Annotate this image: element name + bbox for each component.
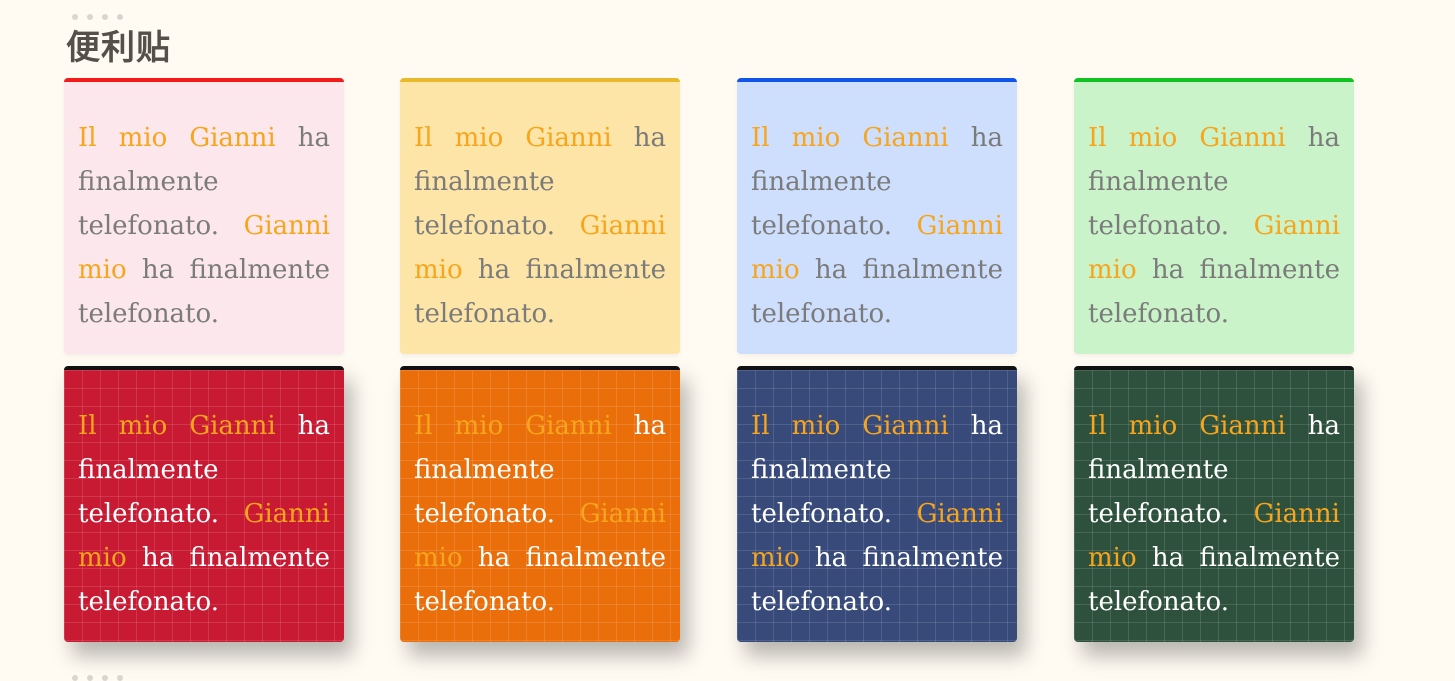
sticky-note[interactable]: Il mio Gianni ha finalmente telefonato. …: [400, 366, 680, 642]
sticky-note[interactable]: Il mio Gianni ha finalmente telefonato. …: [64, 78, 344, 354]
note-text: Il mio Gianni ha finalmente telefonato. …: [78, 411, 331, 617]
note-text: Il mio Gianni ha finalmente telefonato. …: [751, 123, 1004, 329]
note-text: Il mio Gianni ha finalmente telefonato. …: [1088, 123, 1341, 329]
drag-dot: [102, 675, 108, 681]
drag-dot: [87, 675, 93, 681]
note-text: Il mio Gianni ha finalmente telefonato. …: [414, 411, 667, 617]
sticky-note[interactable]: Il mio Gianni ha finalmente telefonato. …: [737, 366, 1017, 642]
sticky-note[interactable]: Il mio Gianni ha finalmente telefonato. …: [737, 78, 1017, 354]
note-text: Il mio Gianni ha finalmente telefonato. …: [751, 411, 1004, 617]
note-text: Il mio Gianni ha finalmente telefonato. …: [1088, 411, 1341, 617]
drag-dot: [72, 675, 78, 681]
drag-handle-bottom[interactable]: [72, 675, 123, 681]
drag-dot: [117, 675, 123, 681]
sticky-note[interactable]: Il mio Gianni ha finalmente telefonato. …: [400, 78, 680, 354]
note-text: Il mio Gianni ha finalmente telefonato. …: [414, 123, 667, 329]
page-title: 便利贴: [66, 28, 171, 68]
sticky-note[interactable]: Il mio Gianni ha finalmente telefonato. …: [64, 366, 344, 642]
sticky-note[interactable]: Il mio Gianni ha finalmente telefonato. …: [1074, 78, 1354, 354]
sticky-note[interactable]: Il mio Gianni ha finalmente telefonato. …: [1074, 366, 1354, 642]
note-text: Il mio Gianni ha finalmente telefonato. …: [78, 123, 331, 329]
